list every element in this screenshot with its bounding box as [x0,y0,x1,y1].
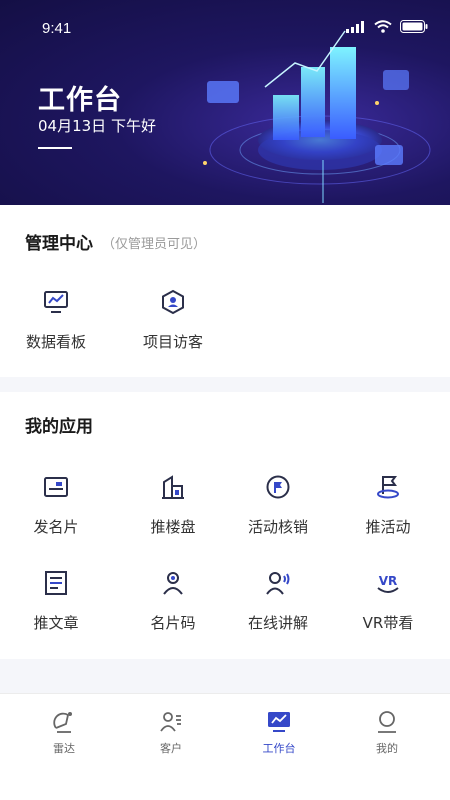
admin-visibility-note: （仅管理员可见） [102,237,207,252]
admin-section-title: 管理中心 [25,234,93,254]
grid-item-online-explain[interactable]: 在线讲解 [222,570,334,650]
dashboard-monitor-icon [44,291,68,313]
hexagon-visitor-icon [162,289,184,315]
business-card-icon [44,477,68,497]
grid-label: 推文章 [33,614,79,632]
tab-customers[interactable]: 客户 [115,710,227,760]
workbench-icon [268,712,290,732]
grid-label: 在线讲解 [247,614,308,632]
title-underline [38,147,72,149]
header-banner: 9:41 工作台 04月13日 下午好 [0,0,450,205]
flag-circle-icon [266,475,290,499]
tab-label: 雷达 [53,742,75,755]
admin-center-card: 管理中心 （仅管理员可见） 数据看板 项目访客 [0,205,450,377]
grid-label: 项目访客 [142,333,203,351]
tab-radar[interactable]: 雷达 [8,710,120,760]
grid-item-send-card[interactable]: 发名片 [0,474,112,554]
customers-icon [160,712,181,732]
building-icon [162,475,184,499]
tab-label: 客户 [160,742,182,755]
flag-pin-icon [377,476,399,499]
article-icon [45,571,67,595]
tab-profile[interactable]: 我的 [331,710,443,760]
greeting-date: 04月13日 下午好 [38,117,156,135]
person-voice-icon [266,572,290,595]
grid-item-data-dashboard[interactable]: 数据看板 [0,289,112,369]
grid-item-promote-property[interactable]: 推楼盘 [117,474,229,554]
grid-item-project-visitors[interactable]: 项目访客 [117,289,229,369]
tab-workbench[interactable]: 工作台 [223,710,335,760]
grid-label: 推楼盘 [150,518,196,536]
tab-label: 工作台 [262,742,296,755]
svg-text:VR: VR [379,574,398,588]
person-code-icon [163,572,183,595]
grid-label: 推活动 [365,518,411,536]
grid-label: 活动核销 [247,518,308,536]
grid-label: 名片码 [150,614,196,632]
grid-label: VR带看 [362,614,414,632]
status-time: 9:41 [42,20,72,37]
grid-label: 数据看板 [25,333,86,351]
page-title: 工作台 [38,85,122,116]
bottom-tab-bar: 雷达 客户 工作台 我的 [0,693,450,800]
grid-label: 发名片 [33,518,79,536]
grid-item-vr-tour[interactable]: VR VR带看 [332,570,444,650]
grid-item-promote-article[interactable]: 推文章 [0,570,112,650]
profile-icon [378,711,396,733]
grid-item-promote-event[interactable]: 推活动 [332,474,444,554]
hero-chart-illustration [203,30,431,203]
tab-label: 我的 [376,742,398,755]
vr-icon: VR [377,574,399,593]
apps-section-title: 我的应用 [25,417,93,437]
radar-icon [53,712,72,733]
grid-item-event-verify[interactable]: 活动核销 [222,474,334,554]
grid-item-card-code[interactable]: 名片码 [117,570,229,650]
my-apps-card: 我的应用 发名片 推楼盘 活动核销 推活动 推文章 名片码 在线讲解 VR VR… [0,392,450,659]
